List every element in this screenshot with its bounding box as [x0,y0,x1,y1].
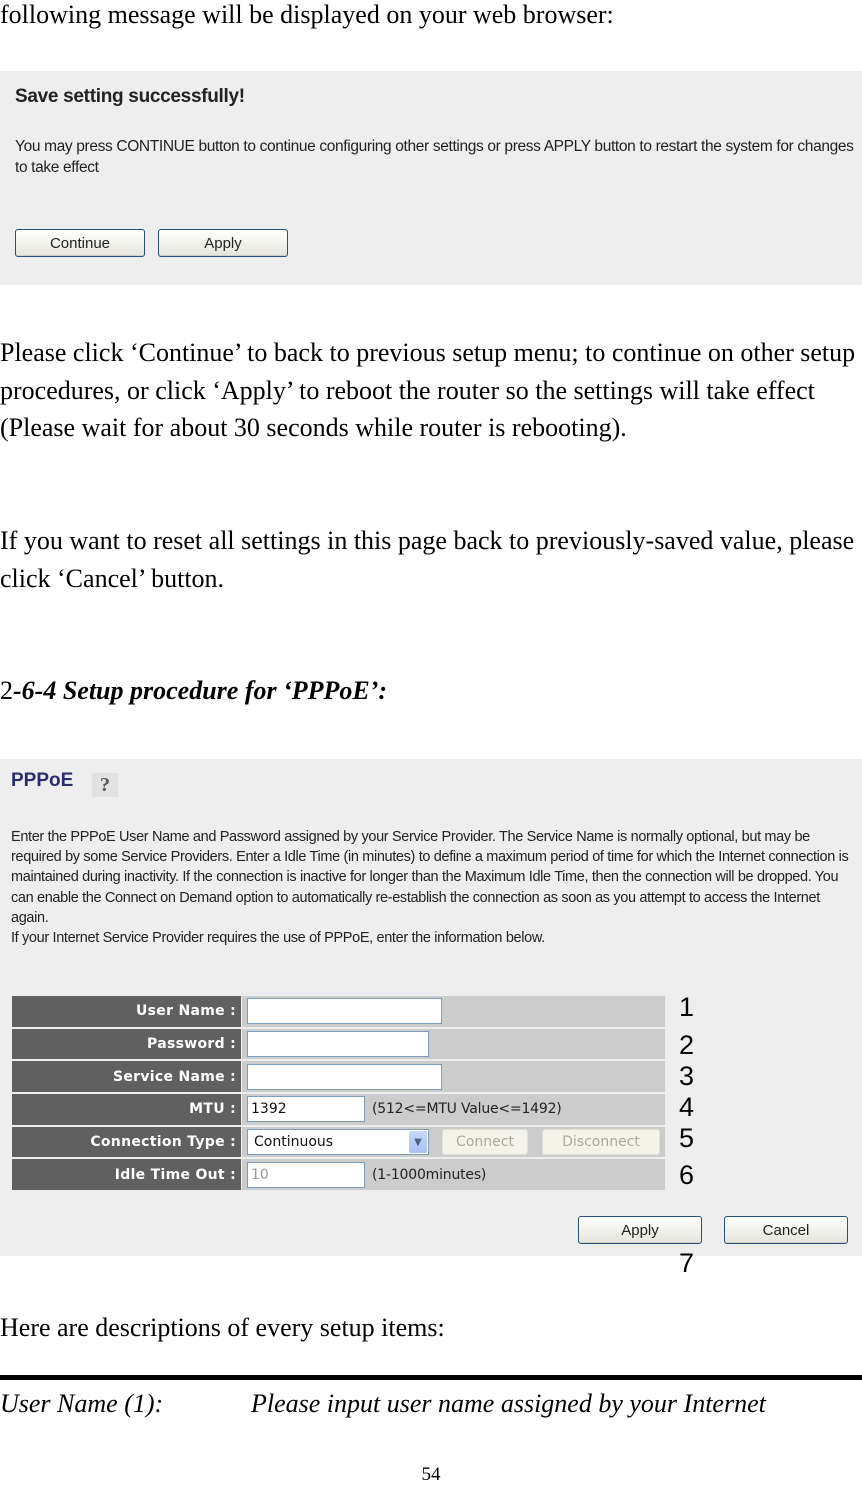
section-heading: 2-6-4 Setup procedure for ‘PPPoE’: [0,672,387,710]
idle-time-out-hint: (1-1000minutes) [372,1166,487,1183]
callout-number: 4 [679,1092,695,1122]
password-row: Password : [12,1028,665,1062]
description-definition: Please input user name assigned by your … [251,1389,766,1418]
connection-type-label: Connection Type : [12,1126,241,1160]
user-name-label: User Name : [12,996,241,1029]
user-name-input[interactable] [247,998,442,1025]
password-label: Password : [12,1028,241,1062]
callout-number: 3 [679,1061,695,1091]
service-name-row: Service Name : [12,1061,665,1095]
password-input[interactable] [247,1031,429,1058]
connection-type-row: Connection Type : Continuous ▼ Connect D… [12,1126,665,1160]
user-name-row: User Name : [12,996,665,1029]
divider-rule [0,1375,862,1380]
callout-number: 2 [679,1030,695,1060]
section-heading-prefix: 2 [0,676,13,705]
description-term: User Name (1): [0,1389,164,1418]
disconnect-button[interactable]: Disconnect [542,1129,660,1156]
pppoe-form-table: User Name : Password : Service Name : MT… [12,996,665,1193]
connection-type-select[interactable]: Continuous ▼ [247,1129,429,1156]
callout-number: 1 [679,992,695,1022]
continue-button[interactable]: Continue [15,229,145,257]
idle-time-out-input[interactable]: 10 [247,1161,365,1188]
mtu-input[interactable]: 1392 [247,1096,365,1123]
pppoe-apply-button[interactable]: Apply [578,1216,702,1244]
section-heading-text: -6-4 Setup procedure for ‘PPPoE’: [13,676,388,705]
idle-time-out-label: Idle Time Out : [12,1159,241,1193]
service-name-label: Service Name : [12,1061,241,1095]
pppoe-title: PPPoE [11,770,74,791]
service-name-input[interactable] [247,1063,442,1090]
page-number: 54 [421,1464,441,1485]
connect-button[interactable]: Connect [442,1129,528,1156]
callout-number: 6 [679,1160,695,1190]
pppoe-description: Enter the PPPoE User Name and Password a… [11,829,849,947]
help-icon[interactable]: ? [92,773,118,797]
mtu-label: MTU : [12,1094,241,1127]
continue-apply-paragraph: Please click ‘Continue’ to back to previ… [0,338,856,442]
chevron-down-icon[interactable]: ▼ [409,1131,427,1154]
descriptions-intro: Here are descriptions of every setup ite… [0,1313,445,1342]
save-success-title: Save setting successfully! [15,86,245,107]
connection-type-selected: Continuous [254,1134,334,1151]
save-success-message: You may press CONTINUE button to continu… [15,138,854,176]
cancel-paragraph: If you want to reset all settings in thi… [0,526,855,593]
pppoe-cancel-button[interactable]: Cancel [724,1216,848,1244]
apply-button[interactable]: Apply [158,229,288,257]
mtu-row: MTU : 1392 (512<=MTU Value<=1492) [12,1094,665,1127]
callout-number: 5 [679,1123,695,1153]
intro-text: following message will be displayed on y… [0,0,614,29]
callout-number: 7 [679,1248,695,1278]
mtu-hint: (512<=MTU Value<=1492) [372,1101,562,1118]
idle-time-out-row: Idle Time Out : 10 (1-1000minutes) [12,1159,665,1193]
